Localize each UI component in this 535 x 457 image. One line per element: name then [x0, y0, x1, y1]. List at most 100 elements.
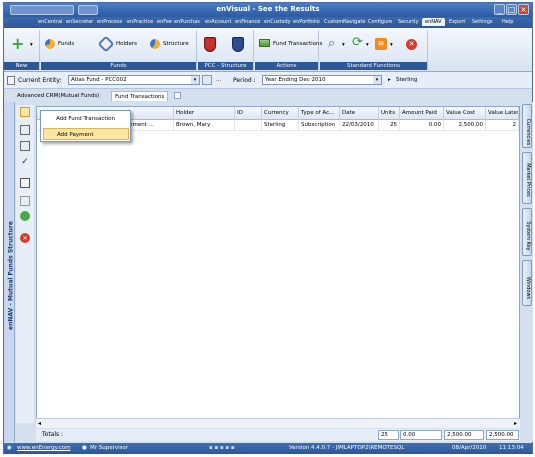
checkmark-icon[interactable]: ✓: [20, 157, 30, 167]
transactions-grid: Holder ID Currency Type of Ac... Date Un…: [36, 106, 520, 428]
column-header-type[interactable]: Type of Ac...: [299, 107, 340, 120]
ribbon-group-label: Funds: [41, 62, 196, 70]
tools-icon[interactable]: [20, 196, 30, 206]
tab-fund-transactions[interactable]: Fund Transactions: [111, 91, 169, 101]
tab-market-prices-label: Market Prices: [525, 163, 531, 197]
fund-transactions-icon: [259, 39, 270, 47]
column-header-value-cost[interactable]: Value Cost: [444, 107, 486, 120]
totals-label: Totals :: [42, 431, 64, 438]
horizontal-scrollbar[interactable]: ◂ ▸: [36, 418, 520, 428]
column-header-units[interactable]: Units: [379, 107, 400, 120]
entity-bar: Current Entity: Atlas Fund - PCC002 ▾ ..…: [4, 72, 532, 89]
window-title: enVisual - See the Results: [216, 5, 320, 13]
report-icon[interactable]: [20, 178, 30, 188]
tab-advanced-crm[interactable]: Advanced CRM(Mutual Funds): [14, 91, 102, 101]
tab-windows[interactable]: Windows: [522, 260, 532, 306]
user-icon: ●: [82, 445, 87, 451]
menu-enpractice[interactable]: enPractice: [127, 19, 153, 25]
menu-navigate[interactable]: Navigate: [343, 19, 365, 25]
menu-settings[interactable]: Settings: [472, 19, 493, 25]
refresh-dropdown-icon[interactable]: ▾: [366, 42, 369, 48]
fund-transactions-button[interactable]: Fund Transactions: [273, 41, 322, 47]
close-red-icon[interactable]: ✕: [406, 39, 417, 50]
ribbon-group-funds: Funds Holders Structure Funds: [41, 30, 197, 70]
menu-ennav[interactable]: enNAV: [422, 18, 445, 26]
structure-pie-icon: [150, 39, 160, 49]
menu-enaccount[interactable]: enAccount: [205, 19, 231, 25]
menu-bar: enCentral enSecretar enProcess enPractic…: [4, 17, 532, 28]
entity-clear-button[interactable]: [202, 75, 212, 85]
menu-encustody[interactable]: enCustody: [264, 19, 291, 25]
delete-red-icon[interactable]: ✕: [20, 233, 30, 243]
column-header-currency[interactable]: Currency: [262, 107, 299, 120]
refresh-icon[interactable]: ⟳: [352, 35, 363, 50]
column-header-date[interactable]: Date: [340, 107, 379, 120]
minimize-button[interactable]: _: [494, 4, 505, 15]
menu-configure[interactable]: Configure: [368, 19, 392, 25]
column-header-holder[interactable]: Holder: [174, 107, 235, 120]
entity-browse-button[interactable]: ...: [216, 77, 221, 83]
cell-holder: Brown, Mary: [174, 120, 235, 131]
title-bar: enVisual - See the Results _ □ ×: [4, 3, 532, 17]
properties-icon[interactable]: [20, 141, 30, 151]
cell-type: Subscription: [299, 120, 340, 131]
holders-icon: [97, 35, 115, 53]
current-user: Mr Supervisor: [90, 445, 129, 451]
column-header-id[interactable]: ID: [235, 107, 262, 120]
menu-help[interactable]: Help: [502, 19, 513, 25]
refresh-green-icon[interactable]: [20, 211, 30, 221]
left-panel-title: enNAV - Mutual Funds Structure: [7, 221, 15, 330]
search-dropdown-icon[interactable]: ▾: [342, 42, 345, 48]
close-button[interactable]: ×: [518, 4, 529, 15]
totals-value-cost: 2,500.00: [444, 430, 484, 440]
column-header-amount-paid[interactable]: Amount Paid: [400, 107, 444, 120]
website-link[interactable]: www.enEnergy.com: [17, 445, 71, 451]
menu-custom[interactable]: Custom: [324, 19, 343, 25]
rss-icon[interactable]: ≋: [375, 38, 387, 50]
menu-encentral[interactable]: enCentral: [38, 19, 62, 25]
menu-enfinance[interactable]: enFinance: [235, 19, 260, 25]
add-menu-popup: Add Fund Transaction Add Payment: [40, 110, 131, 142]
scroll-left-icon[interactable]: ◂: [38, 420, 41, 427]
period-select[interactable]: Year Ending Dec 2010 ▾: [262, 75, 382, 85]
cell-value-latest: 2: [486, 120, 519, 131]
menu-enportfolio[interactable]: enPortfolio: [293, 19, 320, 25]
tab-market-prices[interactable]: Market Prices: [522, 152, 532, 204]
red-shield-icon[interactable]: [204, 37, 216, 52]
menu-ensecretar[interactable]: enSecretar: [66, 19, 93, 25]
menu-enfee[interactable]: enFee: [157, 19, 172, 25]
scroll-right-icon[interactable]: ▸: [514, 420, 517, 427]
holders-button[interactable]: Holders: [116, 41, 137, 47]
menu-enprocess[interactable]: enProcess: [97, 19, 122, 25]
search-magnifier-icon[interactable]: ⌕: [328, 36, 335, 51]
grid-toolbar: ✓ ✕: [16, 105, 34, 423]
funds-button[interactable]: Funds: [58, 41, 74, 47]
new-dropdown-icon[interactable]: ▾: [30, 42, 33, 48]
rss-dropdown-icon[interactable]: ▾: [390, 42, 393, 48]
status-time: 11:13:04: [499, 445, 524, 451]
menu-export[interactable]: Export: [449, 19, 465, 25]
tab-strip: Advanced CRM(Mutual Funds) Fund Transact…: [4, 89, 532, 102]
current-entity-value: Atlas Fund - PCC002: [71, 77, 127, 83]
maximize-button[interactable]: □: [506, 4, 517, 15]
edit-icon[interactable]: [20, 125, 30, 135]
add-plus-icon[interactable]: +: [11, 36, 24, 52]
tab-system-key[interactable]: System Key: [522, 208, 532, 256]
menu-item-add-fund-transaction[interactable]: Add Fund Transaction: [43, 113, 129, 125]
chevron-down-icon[interactable]: ▾: [191, 76, 199, 84]
right-side-tabs: Currencies Market Prices System Key Wind…: [521, 102, 533, 442]
structure-button[interactable]: Structure: [163, 41, 189, 47]
add-transaction-icon[interactable]: [20, 107, 30, 117]
column-header-value-latest[interactable]: Value Latest: [486, 107, 519, 120]
blue-shield-icon[interactable]: [232, 37, 244, 52]
cell-date: 22/03/2010: [340, 120, 379, 131]
funds-pie-icon: [45, 39, 55, 49]
tab-windows-label: Windows: [525, 276, 531, 300]
chevron-down-icon[interactable]: ▾: [373, 76, 381, 84]
menu-security[interactable]: Security: [398, 19, 419, 25]
menu-enpurchas[interactable]: enPurchas: [174, 19, 200, 25]
current-entity-select[interactable]: Atlas Fund - PCC002 ▾: [68, 75, 200, 85]
menu-item-add-payment[interactable]: Add Payment: [43, 128, 129, 140]
tab-currencies[interactable]: Currencies: [522, 104, 532, 148]
tab-close-icon[interactable]: [174, 92, 181, 99]
